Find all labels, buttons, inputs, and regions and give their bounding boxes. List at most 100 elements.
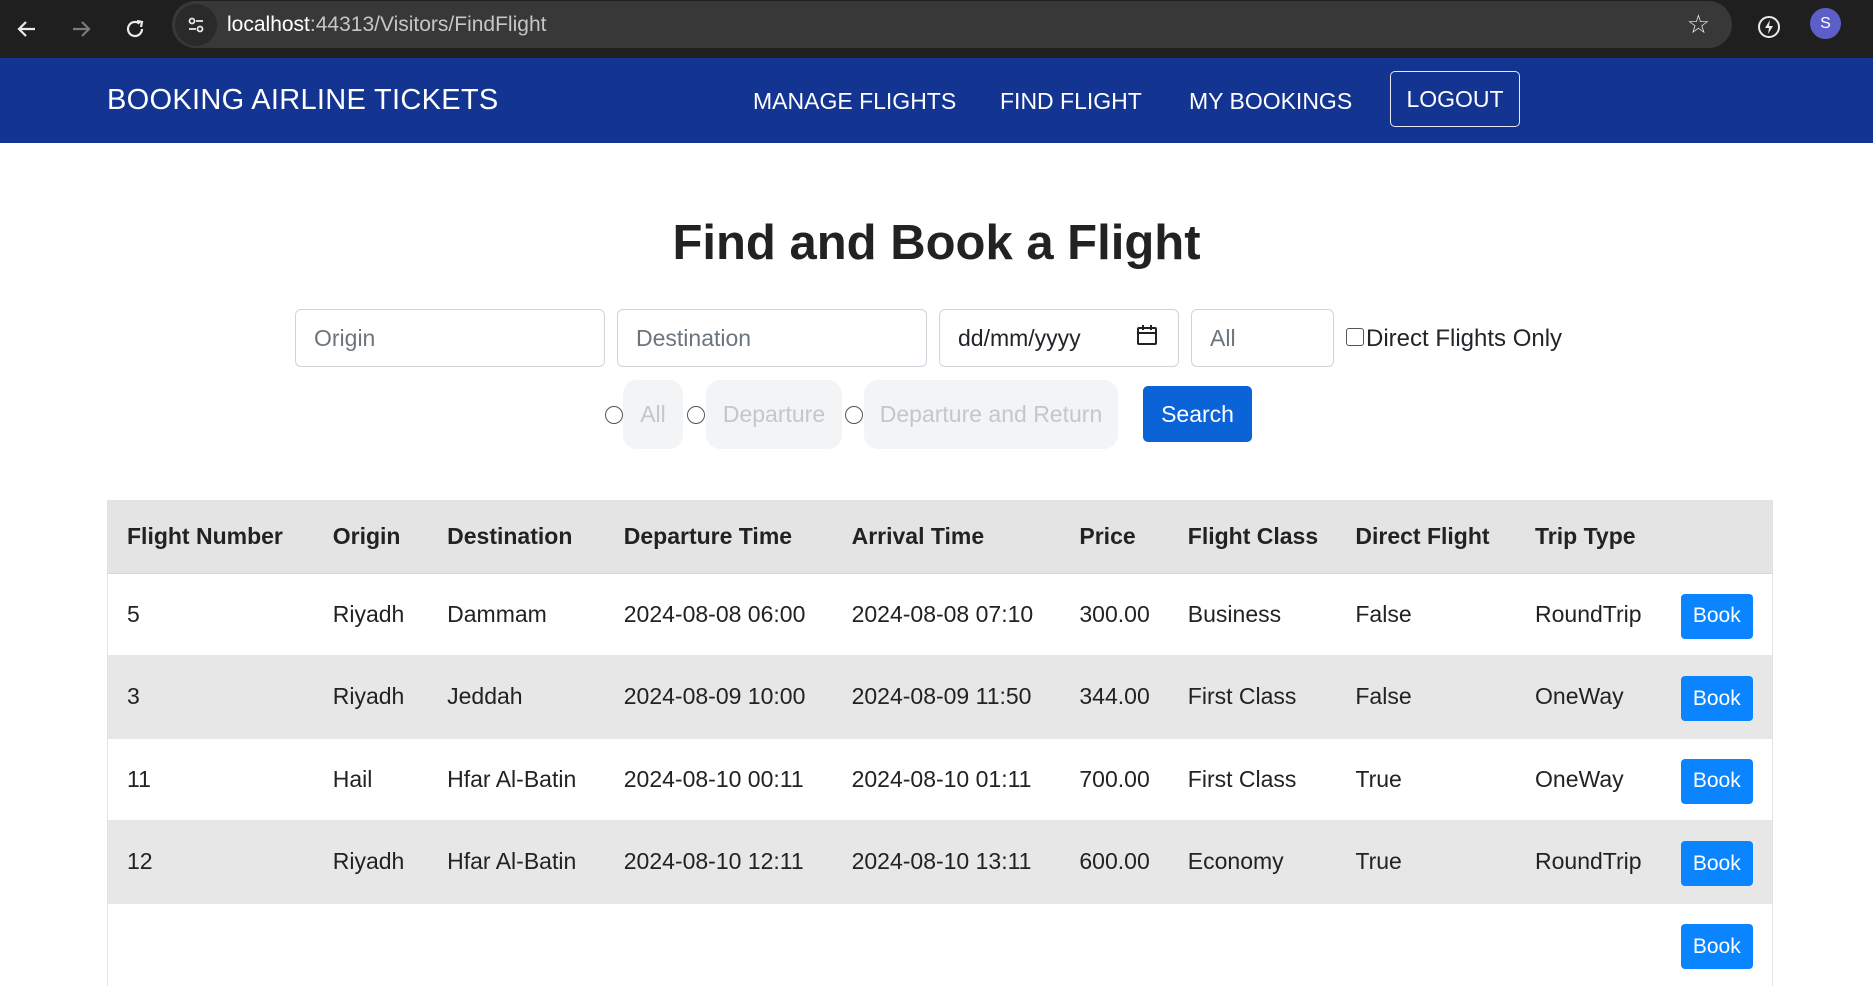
search-button[interactable]: Search <box>1143 386 1252 442</box>
address-bar[interactable]: localhost:44313/Visitors/FindFlight ☆ <box>172 1 1732 48</box>
cell-direct: True <box>1336 820 1517 903</box>
cell-departure: 2024-08-09 10:00 <box>604 655 833 738</box>
cell-action: Book <box>1661 820 1772 903</box>
cell-destination: Hfar Al-Batin <box>428 820 605 903</box>
app-navbar: BOOKING AIRLINE TICKETS MANAGE FLIGHTS F… <box>0 58 1873 143</box>
extension-icon[interactable] <box>1754 12 1784 42</box>
table-row: 5 Riyadh Dammam 2024-08-08 06:00 2024-08… <box>108 572 1772 656</box>
cell-trip-type: OneWay <box>1516 655 1662 738</box>
cell-departure: 2024-08-10 12:11 <box>604 820 833 903</box>
star-icon[interactable]: ☆ <box>1687 9 1710 40</box>
profile-avatar[interactable]: S <box>1810 8 1841 39</box>
logout-button[interactable]: LOGOUT <box>1390 71 1520 127</box>
nav-my-bookings[interactable]: MY BOOKINGS <box>1189 88 1352 115</box>
url-text: localhost:44313/Visitors/FindFlight <box>227 13 546 37</box>
book-button[interactable]: Book <box>1680 841 1753 887</box>
destination-input[interactable]: Destination <box>617 309 927 367</box>
cell-direct: False <box>1336 655 1517 738</box>
arrow-right-icon[interactable] <box>54 0 108 58</box>
direct-flights-checkbox[interactable] <box>1346 328 1364 346</box>
cell-flight-number: 11 <box>108 737 314 821</box>
cell-price: 700.00 <box>1060 737 1169 821</box>
cell-class: Economy <box>1168 820 1337 903</box>
col-direct-flight: Direct Flight <box>1336 501 1517 574</box>
cell-departure: 2024-08-10 00:11 <box>604 737 833 821</box>
cell-trip-type <box>1516 902 1662 986</box>
brand-title[interactable]: BOOKING AIRLINE TICKETS <box>107 84 499 117</box>
cell-price: 300.00 <box>1060 572 1169 656</box>
arrow-left-icon[interactable] <box>0 0 54 58</box>
trip-option-departure-return[interactable]: Departure and Return <box>864 380 1118 449</box>
cell-price <box>1060 902 1169 986</box>
trip-option-all[interactable]: All <box>623 380 683 449</box>
nav-manage-flights[interactable]: MANAGE FLIGHTS <box>753 88 956 115</box>
table-row: 12 Riyadh Hfar Al-Batin 2024-08-10 12:11… <box>108 820 1772 903</box>
browser-toolbar: localhost:44313/Visitors/FindFlight ☆ S <box>0 0 1873 58</box>
url-host: localhost <box>227 12 310 36</box>
class-select[interactable]: All <box>1191 309 1334 367</box>
cell-class: Business <box>1168 572 1337 656</box>
cell-departure: 2024-08-08 06:00 <box>604 572 833 656</box>
cell-price: 344.00 <box>1060 655 1169 738</box>
book-button[interactable]: Book <box>1680 758 1753 804</box>
cell-arrival: 2024-08-10 01:11 <box>832 737 1061 821</box>
origin-input[interactable]: Origin <box>295 309 605 367</box>
book-button[interactable]: Book <box>1680 924 1753 969</box>
cell-direct: True <box>1336 737 1517 821</box>
cell-trip-type: OneWay <box>1516 737 1662 821</box>
trip-radio-departure[interactable] <box>687 406 705 424</box>
table-row: 11 Hail Hfar Al-Batin 2024-08-10 00:11 2… <box>108 737 1772 821</box>
cell-class: First Class <box>1168 737 1337 821</box>
cell-trip-type: RoundTrip <box>1516 820 1662 903</box>
cell-action: Book <box>1661 902 1772 986</box>
flights-table: Flight Number Origin Destination Departu… <box>107 500 1773 986</box>
reload-icon[interactable] <box>108 0 162 58</box>
col-arrival-time: Arrival Time <box>832 501 1061 574</box>
cell-flight-number: 5 <box>108 572 314 656</box>
nav-find-flight[interactable]: FIND FLIGHT <box>1000 88 1142 115</box>
cell-destination <box>428 902 605 986</box>
book-button[interactable]: Book <box>1680 676 1753 722</box>
direct-flights-label: Direct Flights Only <box>1366 325 1563 352</box>
cell-class <box>1168 902 1337 986</box>
col-flight-class: Flight Class <box>1168 501 1337 574</box>
cell-price: 600.00 <box>1060 820 1169 903</box>
page-title: Find and Book a Flight <box>672 216 1201 270</box>
cell-destination: Jeddah <box>428 655 605 738</box>
table-row: 3 Riyadh Jeddah 2024-08-09 10:00 2024-08… <box>108 655 1772 738</box>
trip-radio-all[interactable] <box>605 406 623 424</box>
col-destination: Destination <box>428 501 605 574</box>
cell-departure <box>604 902 833 986</box>
trip-radio-departure-return[interactable] <box>845 406 863 424</box>
cell-flight-number: 12 <box>108 820 314 903</box>
cell-trip-type: RoundTrip <box>1516 572 1662 656</box>
cell-action: Book <box>1661 572 1772 656</box>
col-price: Price <box>1060 501 1169 574</box>
col-trip-type: Trip Type <box>1516 501 1662 574</box>
cell-origin <box>313 902 429 986</box>
table-header-row: Flight Number Origin Destination Departu… <box>108 501 1772 574</box>
cell-origin: Riyadh <box>313 820 429 903</box>
cell-destination: Dammam <box>428 572 605 656</box>
cell-destination: Hfar Al-Batin <box>428 737 605 821</box>
site-settings-icon[interactable] <box>175 3 217 46</box>
cell-flight-number: 3 <box>108 655 314 738</box>
date-input[interactable]: dd/mm/yyyy <box>939 309 1179 367</box>
col-departure-time: Departure Time <box>604 501 833 574</box>
cell-arrival: 2024-08-09 11:50 <box>832 655 1061 738</box>
calendar-icon[interactable] <box>1136 324 1158 352</box>
cell-action: Book <box>1661 737 1772 821</box>
book-button[interactable]: Book <box>1680 593 1753 639</box>
cell-arrival <box>832 902 1061 986</box>
col-action <box>1661 501 1772 574</box>
cell-arrival: 2024-08-08 07:10 <box>832 572 1061 656</box>
cell-arrival: 2024-08-10 13:11 <box>832 820 1061 903</box>
direct-flights-toggle[interactable]: Direct Flights Only <box>1346 325 1562 353</box>
trip-option-departure[interactable]: Departure <box>706 380 842 449</box>
col-origin: Origin <box>313 501 429 574</box>
cell-origin: Hail <box>313 737 429 821</box>
cell-direct <box>1336 902 1517 986</box>
cell-origin: Riyadh <box>313 655 429 738</box>
cell-direct: False <box>1336 572 1517 656</box>
cell-class: First Class <box>1168 655 1337 738</box>
